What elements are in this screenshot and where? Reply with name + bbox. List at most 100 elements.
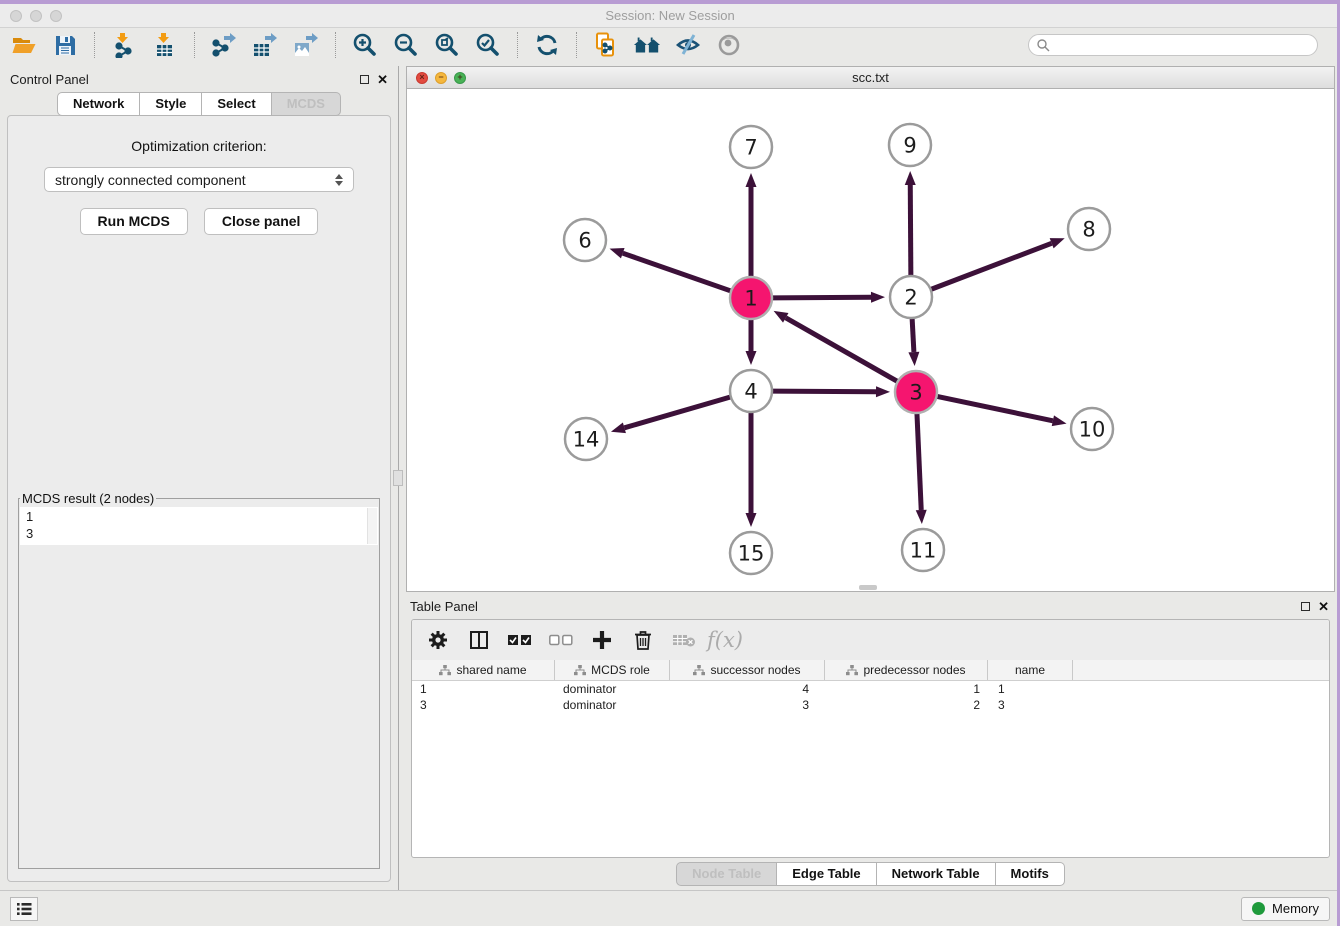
mcds-panel: Optimization criterion: strongly connect… <box>7 115 391 882</box>
run-mcds-button[interactable]: Run MCDS <box>80 208 188 235</box>
edge-2-9[interactable] <box>910 185 911 276</box>
mcds-result-text[interactable]: 13 <box>20 507 378 545</box>
close-table-panel-icon[interactable]: ✕ <box>1318 600 1329 613</box>
edge-2-3[interactable] <box>912 318 914 352</box>
main-toolbar <box>0 28 1340 62</box>
gear-icon[interactable] <box>426 628 450 652</box>
close-window-button[interactable] <box>10 10 22 22</box>
criterion-select[interactable]: strongly connected component <box>44 167 354 192</box>
memory-button[interactable]: Memory <box>1241 897 1330 921</box>
trash-icon[interactable] <box>631 628 655 652</box>
arrowhead-icon <box>871 292 885 303</box>
column-header-shared-name[interactable]: shared name <box>412 660 555 680</box>
edge-3-11[interactable] <box>917 413 921 510</box>
table-cell[interactable]: 1 <box>825 681 988 697</box>
tab-style[interactable]: Style <box>140 92 202 116</box>
search-input[interactable] <box>1055 37 1310 53</box>
menu-list-button[interactable] <box>10 897 38 921</box>
function-icon[interactable]: f(x) <box>713 628 737 652</box>
tab-node-table[interactable]: Node Table <box>676 862 777 886</box>
tab-mcds[interactable]: MCDS <box>272 92 341 116</box>
zoom-in-icon[interactable] <box>351 31 379 59</box>
network-window-titlebar: × − + scc.txt <box>407 67 1334 89</box>
tab-edge-table[interactable]: Edge Table <box>777 862 876 886</box>
edge-2-8[interactable] <box>931 243 1052 289</box>
result-scrollbar[interactable] <box>367 508 377 544</box>
import-table-icon[interactable] <box>151 31 179 59</box>
delete-table-icon[interactable] <box>672 628 696 652</box>
arrowhead-icon <box>746 173 757 187</box>
show-graphics-icon[interactable] <box>674 31 702 59</box>
table-cell[interactable]: dominator <box>555 681 670 697</box>
plus-icon[interactable] <box>590 628 614 652</box>
clone-network-icon[interactable] <box>592 31 620 59</box>
panel-divider-grip[interactable] <box>393 470 403 486</box>
arrowhead-icon <box>610 248 625 258</box>
statusbar: Memory <box>0 890 1340 926</box>
network-canvas[interactable]: 7968124314101511 <box>407 89 1334 591</box>
table-row[interactable]: 3dominator323 <box>412 697 1329 713</box>
tab-motifs[interactable]: Motifs <box>996 862 1065 886</box>
close-panel-icon[interactable]: ✕ <box>377 73 388 86</box>
column-header-predecessor-nodes[interactable]: predecessor nodes <box>825 660 988 680</box>
toolbar-separator <box>517 32 518 58</box>
edge-1-6[interactable] <box>623 253 731 291</box>
home-icon[interactable] <box>633 31 661 59</box>
folder-open-icon[interactable] <box>10 31 38 59</box>
node-label: 10 <box>1079 418 1106 442</box>
column-header-MCDS-role[interactable]: MCDS role <box>555 660 670 680</box>
network-minimize-button[interactable]: − <box>435 72 447 84</box>
edge-3-1[interactable] <box>786 318 898 382</box>
edge-1-2[interactable] <box>772 297 871 298</box>
table-cell[interactable]: 1 <box>412 681 555 697</box>
toolbar-separator <box>194 32 195 58</box>
search-field[interactable] <box>1028 34 1318 56</box>
refresh-icon[interactable] <box>533 31 561 59</box>
table-cell[interactable]: 3 <box>412 697 555 713</box>
toolbar-separator <box>94 32 95 58</box>
edge-4-14[interactable] <box>624 397 730 428</box>
float-panel-icon[interactable] <box>360 75 369 84</box>
columns-icon[interactable] <box>467 628 491 652</box>
float-table-panel-icon[interactable] <box>1301 602 1310 611</box>
close-panel-button[interactable]: Close panel <box>204 208 319 235</box>
table-cell[interactable]: 2 <box>825 697 988 713</box>
table-row[interactable]: 1dominator411 <box>412 681 1329 697</box>
zoom-fit-icon[interactable] <box>433 31 461 59</box>
toolbar-separator <box>335 32 336 58</box>
export-network-icon[interactable] <box>210 31 238 59</box>
arrowhead-icon <box>876 386 890 397</box>
table-panel-title: Table Panel <box>410 599 478 614</box>
tab-network-table[interactable]: Network Table <box>877 862 996 886</box>
zoom-out-icon[interactable] <box>392 31 420 59</box>
table-cell[interactable]: dominator <box>555 697 670 713</box>
export-table-icon[interactable] <box>251 31 279 59</box>
unchecked-boxes-icon[interactable] <box>549 628 573 652</box>
column-header-successor-nodes[interactable]: successor nodes <box>670 660 825 680</box>
zoom-selected-icon[interactable] <box>474 31 502 59</box>
tab-select[interactable]: Select <box>202 92 271 116</box>
edge-3-10[interactable] <box>937 396 1053 420</box>
zoom-window-button[interactable] <box>50 10 62 22</box>
column-header-name[interactable]: name <box>988 660 1073 680</box>
canvas-scroll-thumb[interactable] <box>859 585 877 590</box>
node-label: 7 <box>744 136 757 160</box>
minimize-window-button[interactable] <box>30 10 42 22</box>
table-cell[interactable]: 4 <box>670 681 825 697</box>
hierarchy-icon <box>846 665 858 676</box>
export-image-icon[interactable] <box>292 31 320 59</box>
node-label: 2 <box>904 286 917 310</box>
network-view-window: × − + scc.txt 7968124314101511 <box>406 66 1335 592</box>
titlebar: Session: New Session <box>0 4 1340 28</box>
edge-4-3[interactable] <box>772 391 876 392</box>
checked-boxes-icon[interactable] <box>508 628 532 652</box>
network-zoom-button[interactable]: + <box>454 72 466 84</box>
table-cell[interactable]: 3 <box>988 697 1073 713</box>
eye-icon[interactable] <box>715 31 743 59</box>
tab-network[interactable]: Network <box>57 92 140 116</box>
table-cell[interactable]: 1 <box>988 681 1073 697</box>
network-close-button[interactable]: × <box>416 72 428 84</box>
save-icon[interactable] <box>51 31 79 59</box>
table-cell[interactable]: 3 <box>670 697 825 713</box>
import-network-icon[interactable] <box>110 31 138 59</box>
